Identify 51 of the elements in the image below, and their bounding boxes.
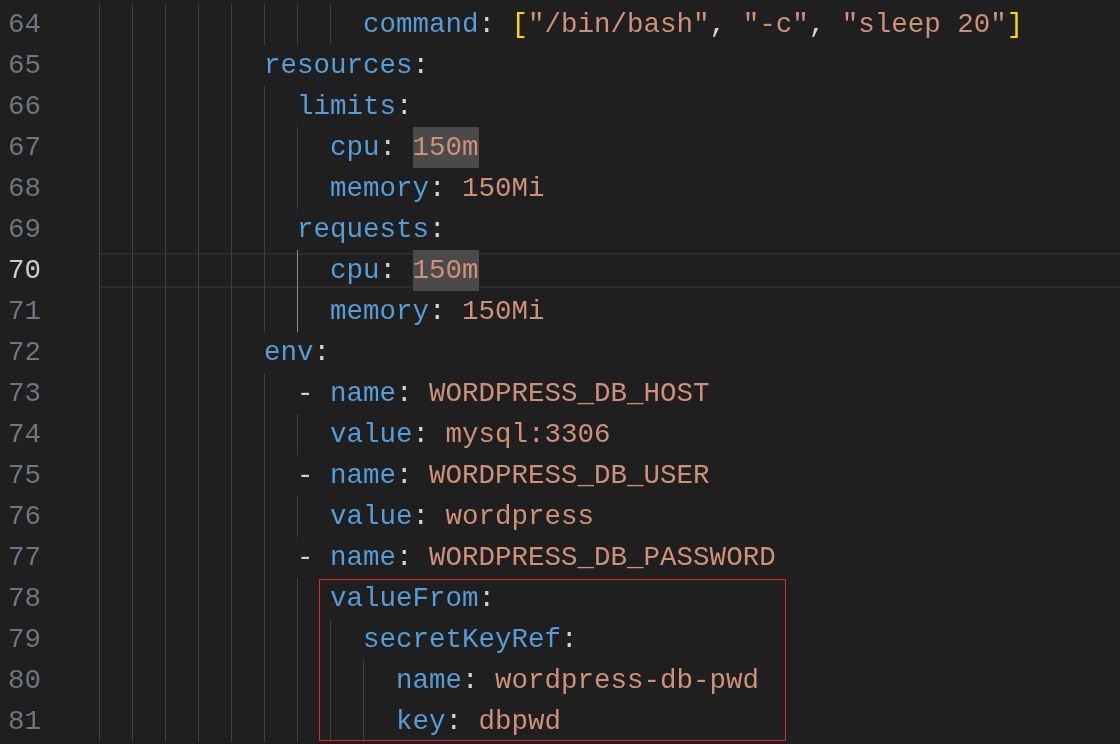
yaml-value: wordpress	[445, 501, 595, 532]
yaml-key: cpu:	[330, 132, 397, 163]
yaml-key: resources:	[264, 50, 430, 81]
line-number: 75	[8, 460, 41, 491]
yaml-value: ["/bin/bash", "-c", "sleep 20"]	[511, 9, 1024, 40]
line-number: 73	[8, 378, 41, 409]
yaml-key: value:	[330, 419, 430, 450]
yaml-value: WORDPRESS_DB_PASSWORD	[429, 542, 776, 573]
yaml-key: requests:	[297, 214, 446, 245]
line-number: 78	[8, 583, 41, 614]
line-number: 74	[8, 419, 41, 450]
yaml-key: limits:	[297, 91, 413, 122]
yaml-key: secretKeyRef:	[363, 624, 578, 655]
line-number: 77	[8, 542, 41, 573]
yaml-value: 150Mi	[462, 173, 545, 204]
yaml-key: valueFrom:	[330, 583, 496, 614]
yaml-value: wordpress-db-pwd	[495, 665, 760, 696]
yaml-key: value:	[330, 501, 430, 532]
yaml-value: 150m	[412, 127, 479, 168]
line-number: 66	[8, 91, 41, 122]
yaml-key: name:	[330, 460, 413, 491]
list-dash: -	[297, 542, 314, 573]
yaml-value: 150m	[412, 250, 479, 291]
line-number: 69	[8, 214, 41, 245]
list-dash: -	[297, 378, 314, 409]
yaml-key: command:	[363, 9, 496, 40]
yaml-key: memory:	[330, 296, 446, 327]
yaml-value: dbpwd	[478, 706, 562, 737]
line-number: 64	[8, 9, 41, 40]
line-number: 67	[8, 132, 41, 163]
line-number: 65	[8, 50, 41, 81]
yaml-key: name:	[330, 378, 413, 409]
list-dash: -	[297, 460, 314, 491]
line-number: 68	[8, 173, 41, 204]
yaml-value: WORDPRESS_DB_USER	[429, 460, 710, 491]
yaml-key: name:	[396, 665, 479, 696]
yaml-value: mysql:3306	[445, 419, 611, 450]
yaml-key: memory:	[330, 173, 446, 204]
yaml-key: env:	[264, 337, 331, 368]
line-number: 71	[8, 296, 41, 327]
line-number: 79	[8, 624, 41, 655]
yaml-key: cpu:	[330, 255, 397, 286]
line-number: 76	[8, 501, 41, 532]
yaml-key: name:	[330, 542, 413, 573]
line-number: 72	[8, 337, 41, 368]
line-number: 70	[8, 255, 41, 286]
yaml-key: key:	[396, 706, 463, 737]
yaml-value: WORDPRESS_DB_HOST	[429, 378, 710, 409]
line-number: 81	[8, 706, 41, 737]
line-number: 80	[8, 665, 41, 696]
yaml-value: 150Mi	[462, 296, 545, 327]
